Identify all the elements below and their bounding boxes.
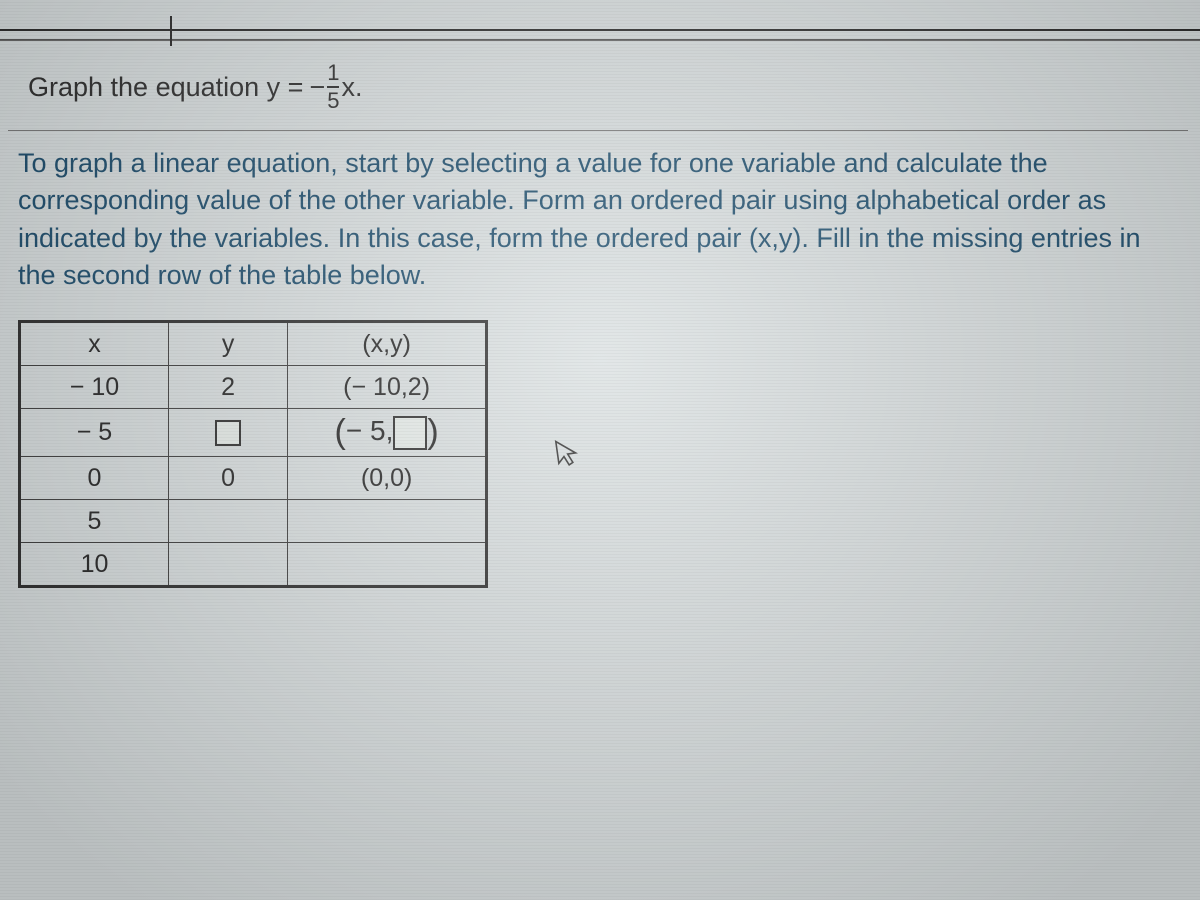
paren-close: ) (427, 413, 438, 451)
xy-prefix: − 5, (346, 415, 393, 446)
instruction-text: To graph a linear equation, start by sel… (0, 131, 1200, 314)
cell-y: 0 (168, 457, 287, 500)
cell-xy: (− 10,2) (288, 366, 487, 409)
header-xy: (x,y) (288, 322, 487, 366)
cell-y: 2 (168, 366, 287, 409)
cell-x: 0 (20, 457, 169, 500)
cell-x: − 10 (20, 366, 169, 409)
cell-y (168, 500, 287, 543)
table-row: 0 0 (0,0) (20, 457, 487, 500)
answer-box-xy[interactable] (393, 416, 427, 450)
paren-open: ( (335, 413, 346, 451)
minus-sign: − (309, 72, 325, 103)
cell-y (168, 543, 287, 587)
question-lead: Graph the equation y = (28, 72, 303, 103)
fraction: 1 5 (327, 62, 339, 112)
question-text: Graph the equation y = − 1 5 x. (0, 42, 1200, 130)
answer-box-y[interactable] (215, 420, 241, 446)
cell-xy (288, 543, 487, 587)
header-x: x (20, 322, 169, 366)
question-trail: x. (341, 72, 362, 103)
cell-y-input[interactable] (168, 409, 287, 457)
top-rule (0, 29, 1200, 40)
ruler-tick (170, 16, 172, 46)
cropped-header (0, 0, 1200, 14)
cell-xy (288, 500, 487, 543)
table-row: − 10 2 (− 10,2) (20, 366, 487, 409)
fraction-denominator: 5 (327, 90, 339, 112)
fraction-numerator: 1 (327, 62, 339, 84)
cell-xy-input[interactable]: (− 5,) (288, 409, 487, 457)
table-row: 10 (20, 543, 487, 587)
cell-x: 10 (20, 543, 169, 587)
cursor-icon (553, 436, 584, 476)
table-row: − 5 (− 5,) (20, 409, 487, 457)
cell-x: − 5 (20, 409, 169, 457)
table-row: 5 (20, 500, 487, 543)
cell-x: 5 (20, 500, 169, 543)
header-y: y (168, 322, 287, 366)
cell-xy: (0,0) (288, 457, 487, 500)
ordered-pair-table: x y (x,y) − 10 2 (− 10,2) − 5 (− 5,) 0 (18, 320, 488, 588)
table-header-row: x y (x,y) (20, 322, 487, 366)
